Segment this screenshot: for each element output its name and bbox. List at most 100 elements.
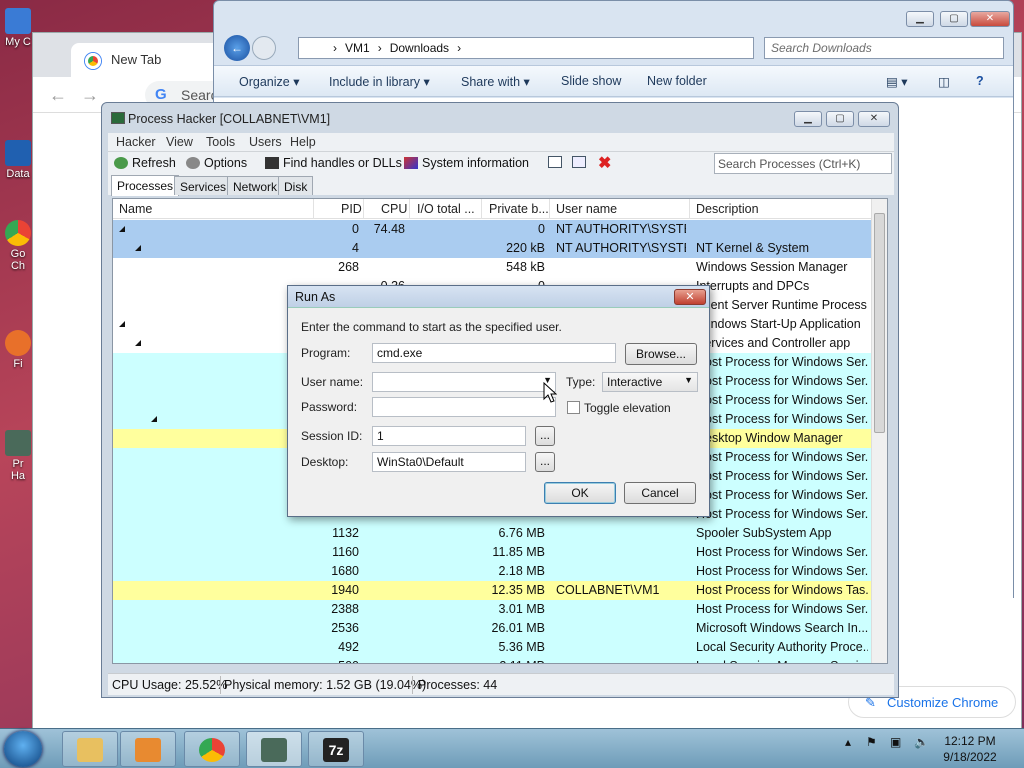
desktop-input[interactable]: WinSta0\Default [372, 452, 526, 472]
back-arrow-icon[interactable]: ← [224, 35, 250, 61]
expander-icon[interactable]: ◢ [119, 224, 125, 233]
close-button[interactable]: ✕ [858, 111, 890, 127]
column-private-bytes[interactable]: Private b... [489, 202, 549, 216]
taskbar-process-hacker[interactable] [246, 731, 302, 767]
menu-view[interactable]: View [166, 135, 193, 149]
organize-button[interactable]: Organize ▾ [239, 74, 299, 89]
window-icon[interactable] [548, 156, 562, 168]
preview-pane-icon[interactable]: ◫ [938, 74, 950, 89]
system-clock[interactable]: 12:12 PM 9/18/2022 [938, 733, 1002, 765]
tab-network[interactable]: Network [227, 176, 284, 195]
username-combobox[interactable]: ▼ [372, 372, 556, 392]
toggle-elevation-checkbox[interactable] [567, 401, 580, 414]
table-row[interactable]: lsass.exe4925.36 MBLocal Security Author… [113, 638, 871, 657]
program-input[interactable]: cmd.exe [372, 343, 616, 363]
firefox-icon [5, 330, 31, 356]
program-label: Program: [301, 346, 351, 360]
toggle-elevation-label[interactable]: Toggle elevation [584, 401, 671, 415]
table-row[interactable]: ◢System4220 kBNT AUTHORITY\SYSTEMNT Kern… [113, 239, 871, 258]
table-row[interactable]: smss.exe268548 kBWindows Session Manager [113, 258, 871, 277]
desktop-icon-firefox[interactable]: Fi [0, 330, 36, 386]
ok-button[interactable]: OK [544, 482, 616, 504]
taskbar-explorer[interactable] [62, 731, 118, 767]
refresh-button[interactable]: Refresh [114, 156, 176, 170]
maximize-button[interactable]: ▢ [826, 111, 854, 127]
menu-help[interactable]: Help [290, 135, 316, 149]
session-browse-button[interactable]: ... [535, 426, 555, 446]
system-information-button[interactable]: System information [404, 156, 529, 170]
explorer-search-input[interactable]: Search Downloads [764, 37, 1004, 59]
column-io-total[interactable]: I/O total ... [417, 202, 475, 216]
table-row[interactable]: svchost.exe23883.01 MBHost Process for W… [113, 600, 871, 619]
table-row[interactable]: ◢System Idle Process074.480NT AUTHORITY\… [113, 220, 871, 239]
scrollbar-thumb[interactable] [874, 213, 885, 433]
session-id-input[interactable]: 1 [372, 426, 526, 446]
help-icon[interactable]: ? [976, 74, 984, 88]
new-folder-button[interactable]: New folder [647, 74, 707, 88]
minimize-button[interactable]: ▁ [794, 111, 822, 127]
view-options-icon[interactable]: ▤ ▾ [886, 74, 908, 89]
forward-arrow-icon[interactable]: → [81, 85, 99, 106]
type-label: Type: [566, 375, 596, 389]
cancel-button[interactable]: Cancel [624, 482, 696, 504]
show-hidden-icons-icon[interactable]: ▴ [845, 735, 851, 749]
taskbar-media-player[interactable] [120, 731, 176, 767]
taskbar-chrome[interactable] [184, 731, 240, 767]
password-input[interactable] [372, 397, 556, 417]
tab-disk[interactable]: Disk [278, 176, 314, 195]
share-with-button[interactable]: Share with ▾ [461, 74, 530, 89]
menu-tools[interactable]: Tools [206, 135, 235, 149]
forward-arrow-icon[interactable] [252, 36, 276, 60]
table-row[interactable]: taskhost.exe194012.35 MBCOLLABNET\VM1Hos… [113, 581, 871, 600]
type-select[interactable]: Interactive ▼ [602, 372, 698, 392]
window-target-icon[interactable] [572, 156, 586, 168]
desktop-browse-button[interactable]: ... [535, 452, 555, 472]
desktop-icon-chrome[interactable]: Go Ch [0, 220, 36, 290]
desktop-icon-process-hacker[interactable]: Pr Ha [0, 430, 36, 500]
tab-services[interactable]: Services [174, 176, 233, 195]
column-pid[interactable]: PID [341, 202, 362, 216]
slide-show-button[interactable]: Slide show [561, 74, 621, 88]
expander-icon[interactable]: ◢ [151, 414, 157, 423]
close-button[interactable]: ✕ [970, 11, 1010, 27]
table-row[interactable]: SearchIndexer.exe253626.01 MBMicrosoft W… [113, 619, 871, 638]
action-center-icon[interactable]: ⚑ [866, 735, 877, 749]
expander-icon[interactable]: ◢ [135, 338, 141, 347]
address-bar[interactable]: › VM1 › Downloads › [298, 37, 754, 59]
table-row[interactable]: svchost.exe16802.18 MBHost Process for W… [113, 562, 871, 581]
column-user-name[interactable]: User name [556, 202, 617, 216]
tab-processes[interactable]: Processes [111, 175, 180, 196]
back-arrow-icon[interactable]: ← [49, 85, 67, 106]
column-description[interactable]: Description [696, 202, 759, 216]
start-button[interactable] [4, 731, 42, 767]
desktop-icon-data[interactable]: Data [0, 140, 36, 180]
column-header: Name PID CPU I/O total ... Private b... … [113, 199, 871, 219]
maximize-button[interactable]: ▢ [940, 11, 968, 27]
vertical-scrollbar[interactable] [871, 199, 887, 663]
table-row[interactable]: lsm.exe5002.11 MBLocal Session Manager S… [113, 657, 871, 663]
expander-icon[interactable]: ◢ [135, 243, 141, 252]
username-label: User name: [301, 375, 364, 389]
menu-users[interactable]: Users [249, 135, 282, 149]
close-button[interactable]: ✕ [674, 289, 706, 305]
menu-hacker[interactable]: Hacker [116, 135, 156, 149]
table-row[interactable]: spoolsv.exe11326.76 MBSpooler SubSystem … [113, 524, 871, 543]
breadcrumb-downloads[interactable]: Downloads [390, 41, 449, 55]
options-button[interactable]: Options [186, 156, 247, 170]
include-in-library-button[interactable]: Include in library ▾ [329, 74, 430, 89]
expander-icon[interactable]: ◢ [119, 319, 125, 328]
table-row[interactable]: svchost.exe116011.85 MBHost Process for … [113, 543, 871, 562]
breadcrumb-vm1[interactable]: VM1 [345, 41, 370, 55]
column-name[interactable]: Name [119, 202, 152, 216]
taskbar-7zip[interactable]: 7z [308, 731, 364, 767]
search-processes-input[interactable]: Search Processes (Ctrl+K) [714, 153, 892, 174]
browse-button[interactable]: Browse... [625, 343, 697, 365]
desktop-icon-computer[interactable]: My C [0, 8, 36, 78]
network-icon[interactable]: ▣ [890, 735, 901, 749]
volume-icon[interactable]: 🔈 [914, 735, 929, 749]
column-cpu[interactable]: CPU [381, 202, 407, 216]
chrome-icon [85, 53, 101, 69]
terminate-icon[interactable]: ✖ [598, 153, 611, 173]
find-handles-button[interactable]: Find handles or DLLs [265, 156, 402, 170]
minimize-button[interactable]: ▁ [906, 11, 934, 27]
